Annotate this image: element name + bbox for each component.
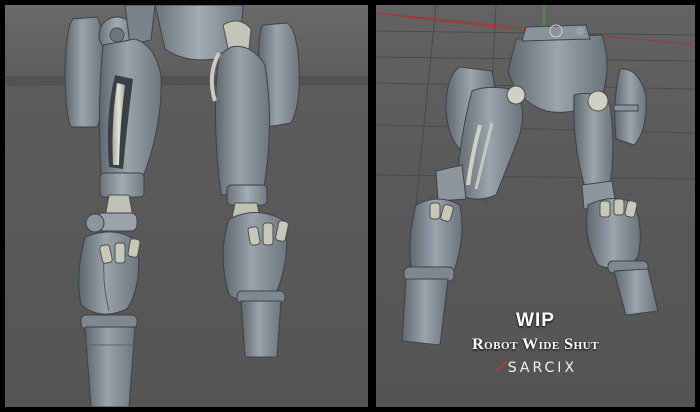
logo-text: SARCIX [507,360,578,376]
viewport-front[interactable] [5,5,368,407]
wip-subtitle: Robot Wide Shut [472,336,599,353]
viewport-background [5,5,368,407]
wip-title: WIP [516,310,555,331]
caption: WIP Robot Wide Shut ⟋SARCIX [376,310,695,376]
logo: ⟋SARCIX [376,360,695,376]
logo-mark-icon: ⟋ [493,360,507,376]
front-render [5,5,368,407]
